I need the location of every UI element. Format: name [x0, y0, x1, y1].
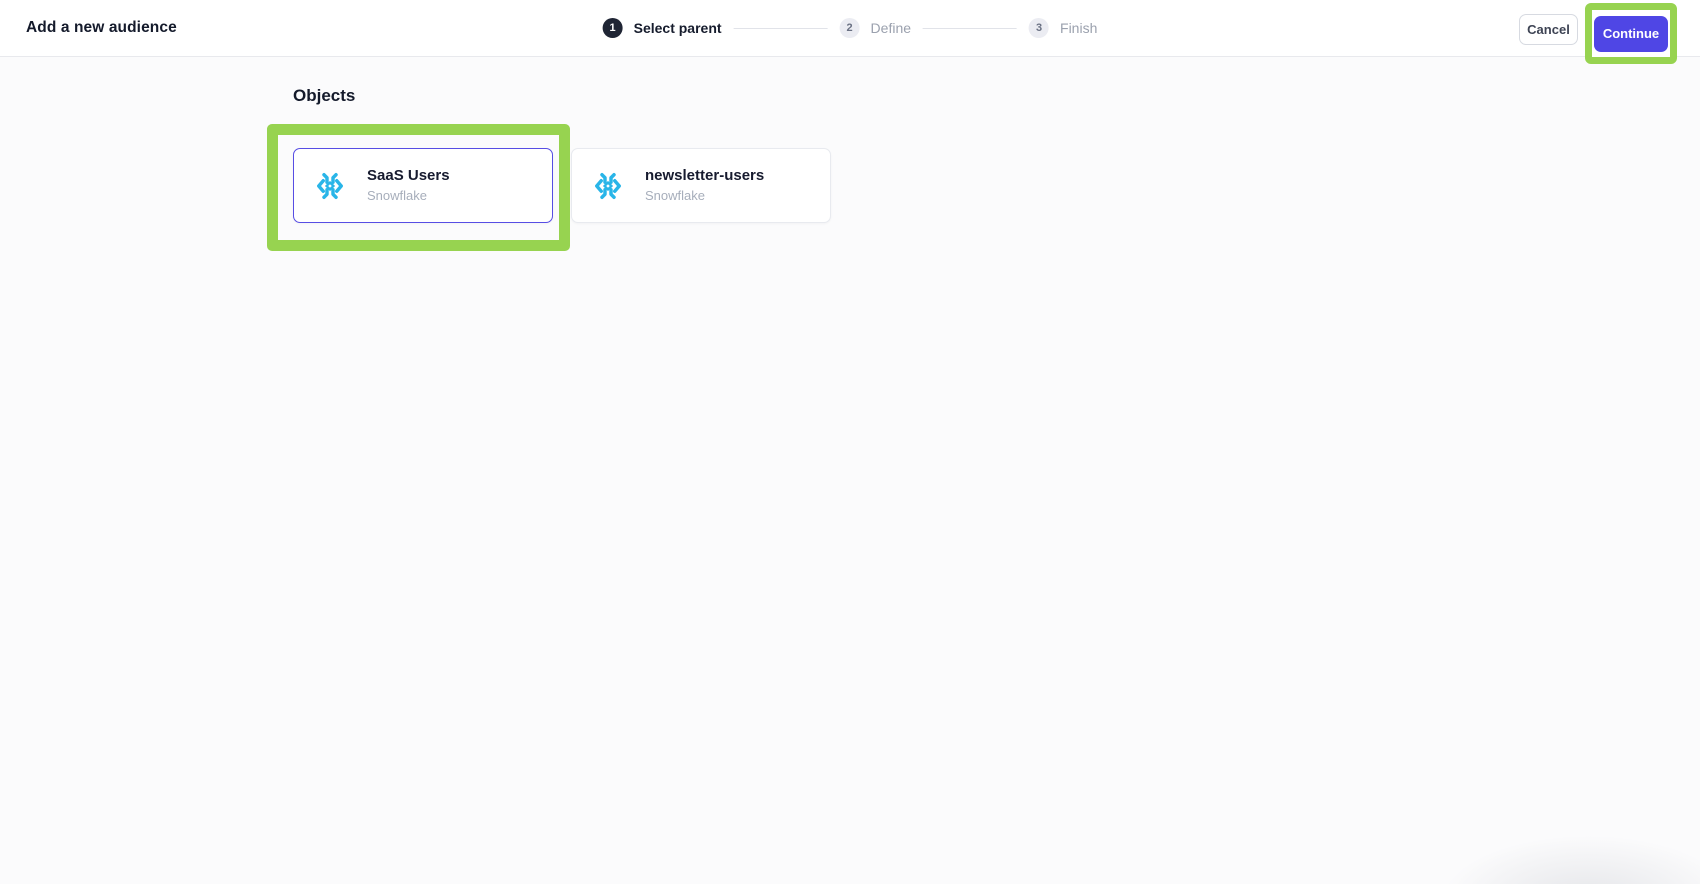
- snowflake-icon: [593, 171, 623, 201]
- header: Add a new audience 1 Select parent 2 Def…: [0, 0, 1700, 64]
- cancel-button[interactable]: Cancel: [1519, 14, 1578, 45]
- step-3-label: Finish: [1060, 20, 1098, 36]
- wizard-stepper: 1 Select parent 2 Define 3 Finish: [602, 18, 1097, 38]
- audience-wizard-screen: Add a new audience 1 Select parent 2 Def…: [0, 0, 1700, 884]
- step-finish: 3 Finish: [1029, 18, 1097, 38]
- card-source-label: Snowflake: [645, 188, 705, 204]
- card-text: newsletter-users Snowflake: [645, 166, 765, 204]
- object-card-saas-users[interactable]: SaaS Users Snowflake: [293, 148, 553, 223]
- object-card-newsletter-users[interactable]: newsletter-users Snowflake: [571, 148, 831, 223]
- continue-button[interactable]: Continue: [1594, 15, 1668, 52]
- step-2-indicator: 2: [839, 18, 860, 38]
- step-connector-1: [733, 27, 828, 29]
- step-1-indicator: 1: [602, 18, 623, 38]
- annotation-highlight-continue: Continue: [1585, 3, 1677, 64]
- step-1-label: Select parent: [633, 20, 722, 36]
- snowflake-icon: [315, 171, 345, 201]
- object-card-list: SaaS Users Snowflake newsletter-users Sn…: [293, 148, 831, 223]
- step-2-label: Define: [870, 20, 912, 36]
- step-define: 2 Define: [839, 18, 912, 38]
- card-text: SaaS Users Snowflake: [367, 166, 450, 204]
- card-title: newsletter-users: [645, 166, 765, 184]
- page-title: Add a new audience: [26, 19, 177, 36]
- card-title: SaaS Users: [367, 166, 450, 184]
- step-select-parent: 1 Select parent: [602, 18, 722, 38]
- card-source-label: Snowflake: [367, 188, 427, 204]
- objects-heading: Objects: [293, 86, 356, 105]
- step-3-indicator: 3: [1029, 18, 1050, 38]
- main-content: Objects SaaS Users Snowflake newsletter-…: [0, 58, 1700, 884]
- step-connector-2: [923, 27, 1018, 29]
